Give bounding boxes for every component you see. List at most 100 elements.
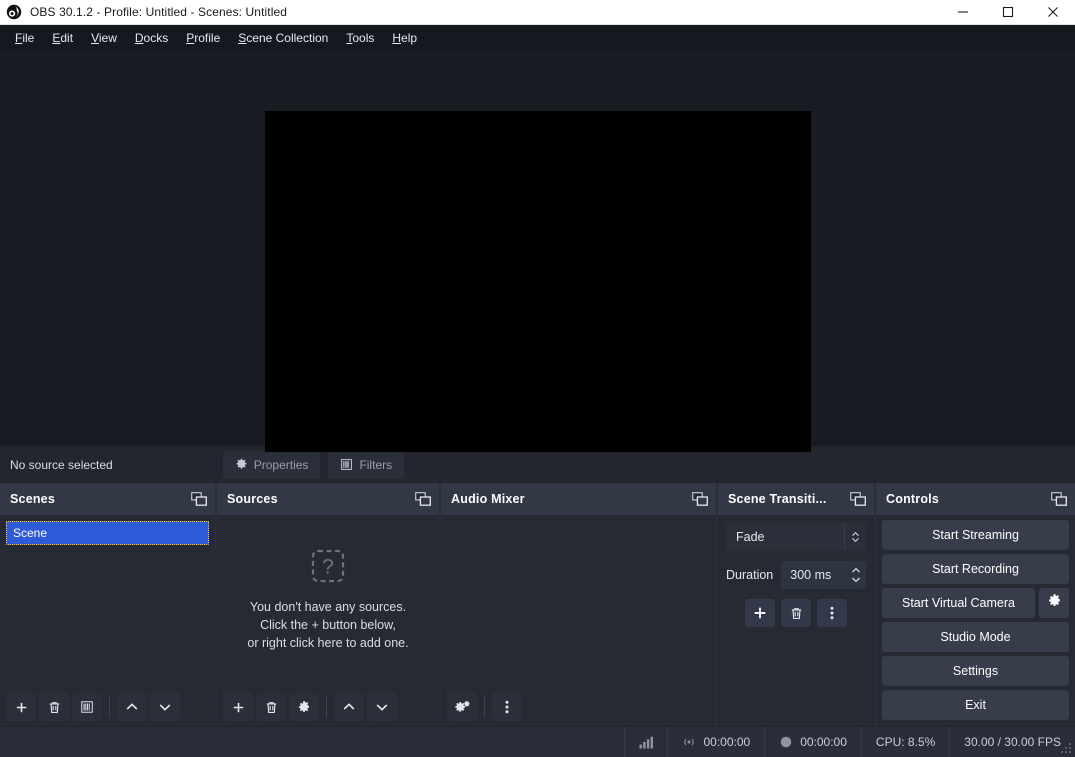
close-icon[interactable] bbox=[1030, 0, 1075, 25]
undock-icon[interactable] bbox=[850, 492, 866, 506]
menu-edit-label: dit bbox=[60, 30, 74, 45]
start-recording-button[interactable]: Start Recording bbox=[882, 554, 1069, 584]
settings-button[interactable]: Settings bbox=[882, 656, 1069, 686]
virtual-camera-settings-button[interactable] bbox=[1039, 588, 1069, 618]
undock-icon[interactable] bbox=[1051, 492, 1067, 506]
remove-source-button[interactable] bbox=[256, 693, 286, 721]
dock-sources-body[interactable]: ? You don't have any sources. Click the … bbox=[217, 515, 439, 688]
duration-value[interactable]: 300 ms bbox=[781, 568, 846, 582]
transition-properties-button[interactable] bbox=[817, 599, 847, 627]
scene-filters-button[interactable] bbox=[72, 693, 102, 721]
dock-sources: Sources ? You don't have any sources. Cl… bbox=[215, 483, 439, 726]
menu-help-mnemonic: H bbox=[392, 30, 402, 45]
docks-row: Scenes Scene Sources ? You don't have an… bbox=[0, 483, 1075, 726]
resize-grip-icon[interactable] bbox=[1060, 742, 1073, 755]
studio-mode-button[interactable]: Studio Mode bbox=[882, 622, 1069, 652]
start-streaming-button[interactable]: Start Streaming bbox=[882, 520, 1069, 550]
dock-scenes-body[interactable]: Scene bbox=[0, 515, 215, 688]
source-properties-button[interactable] bbox=[289, 693, 319, 721]
controls-button-list: Start Streaming Start Recording Start Vi… bbox=[876, 515, 1075, 720]
svg-text:?: ? bbox=[322, 555, 334, 578]
title-bar: OBS 30.1.2 - Profile: Untitled - Scenes:… bbox=[0, 0, 1075, 25]
transition-controls: Fade Duration 300 ms bbox=[718, 515, 874, 627]
transition-duration-row: Duration 300 ms bbox=[726, 561, 866, 589]
menu-file-label: ile bbox=[22, 30, 35, 45]
dock-controls: Controls Start Streaming Start Recording… bbox=[874, 483, 1075, 726]
filters-button-label: Filters bbox=[359, 457, 393, 472]
preview-area[interactable] bbox=[0, 50, 1075, 452]
move-scene-up-button[interactable] bbox=[117, 693, 147, 721]
properties-button[interactable]: Properties bbox=[222, 450, 321, 479]
dock-audio-mixer-title: Audio Mixer bbox=[451, 492, 525, 506]
remove-transition-button[interactable] bbox=[781, 599, 811, 627]
add-scene-button[interactable] bbox=[6, 693, 36, 721]
toolbar-divider bbox=[484, 696, 485, 718]
move-source-down-button[interactable] bbox=[367, 693, 397, 721]
window-title: OBS 30.1.2 - Profile: Untitled - Scenes:… bbox=[30, 5, 288, 19]
status-cpu-cell: CPU: 8.5% bbox=[860, 726, 949, 757]
menu-bar: File Edit View Docks Profile Scene Colle… bbox=[0, 25, 1075, 50]
duration-stepper-arrows[interactable] bbox=[846, 561, 866, 589]
dock-controls-header: Controls bbox=[876, 483, 1075, 515]
filters-button[interactable]: Filters bbox=[328, 450, 405, 479]
undock-icon[interactable] bbox=[692, 492, 708, 506]
menu-edit[interactable]: Edit bbox=[43, 27, 82, 49]
menu-file[interactable]: File bbox=[6, 27, 43, 49]
add-source-button[interactable] bbox=[223, 693, 253, 721]
chevron-updown-icon[interactable] bbox=[844, 523, 866, 551]
undock-icon[interactable] bbox=[415, 492, 431, 506]
duration-stepper[interactable]: 300 ms bbox=[781, 561, 866, 589]
menu-help[interactable]: Help bbox=[383, 27, 426, 49]
properties-button-label: Properties bbox=[253, 457, 309, 472]
maximize-icon[interactable] bbox=[985, 0, 1030, 25]
sources-empty-line-3: or right click here to add one. bbox=[247, 635, 409, 650]
audio-advanced-properties-button[interactable] bbox=[447, 693, 477, 721]
menu-help-label: elp bbox=[401, 30, 418, 45]
dock-audio-mixer-body[interactable] bbox=[441, 515, 716, 688]
preview-canvas[interactable] bbox=[265, 111, 811, 452]
obs-main-window: OBS 30.1.2 - Profile: Untitled - Scenes:… bbox=[0, 0, 1075, 757]
dock-audio-mixer-toolbar bbox=[441, 688, 716, 726]
transition-select-value: Fade bbox=[736, 530, 765, 544]
status-bar: 00:00:00 00:00:00 CPU: 8.5% 30.00 / 30.0… bbox=[0, 726, 1075, 757]
menu-scene-collection-label: cene Collection bbox=[246, 30, 329, 45]
list-item[interactable]: Scene bbox=[6, 521, 209, 545]
undock-icon[interactable] bbox=[191, 492, 207, 506]
sources-empty-state: ? You don't have any sources. Click the … bbox=[217, 515, 439, 688]
menu-docks[interactable]: Docks bbox=[126, 27, 177, 49]
obs-logo-icon bbox=[6, 4, 22, 20]
minimize-icon[interactable] bbox=[940, 0, 985, 25]
dock-scenes: Scenes Scene bbox=[0, 483, 215, 726]
stream-timer: 00:00:00 bbox=[703, 735, 751, 749]
virtual-camera-row: Start Virtual Camera bbox=[882, 588, 1069, 618]
status-signal-cell bbox=[624, 726, 667, 757]
audio-mixer-menu-button[interactable] bbox=[492, 693, 522, 721]
start-virtual-camera-button[interactable]: Start Virtual Camera bbox=[882, 588, 1035, 618]
move-source-up-button[interactable] bbox=[334, 693, 364, 721]
dock-audio-mixer-header: Audio Mixer bbox=[441, 483, 716, 515]
move-scene-down-button[interactable] bbox=[150, 693, 180, 721]
transition-buttons bbox=[726, 599, 866, 627]
menu-docks-label: ocks bbox=[143, 30, 169, 45]
menu-scene-collection[interactable]: Scene Collection bbox=[229, 27, 337, 49]
dock-controls-title: Controls bbox=[886, 492, 939, 506]
no-source-selected-label: No source selected bbox=[10, 457, 113, 472]
transition-select[interactable]: Fade bbox=[726, 523, 866, 551]
signal-bars-icon bbox=[639, 736, 654, 749]
exit-button[interactable]: Exit bbox=[882, 690, 1069, 720]
menu-view[interactable]: View bbox=[82, 27, 126, 49]
sources-empty-line-1: You don't have any sources. bbox=[249, 599, 407, 614]
gear-icon bbox=[1047, 593, 1062, 613]
add-transition-button[interactable] bbox=[745, 599, 775, 627]
status-stream-cell: 00:00:00 bbox=[667, 726, 764, 757]
dock-scenes-title: Scenes bbox=[10, 492, 55, 506]
menu-profile[interactable]: Profile bbox=[177, 27, 229, 49]
dock-scene-transitions-title: Scene Transiti... bbox=[728, 492, 827, 506]
dock-scenes-toolbar bbox=[0, 688, 215, 726]
toolbar-divider bbox=[109, 696, 110, 718]
duration-label: Duration bbox=[726, 568, 774, 582]
dock-sources-header: Sources bbox=[217, 483, 439, 515]
remove-scene-button[interactable] bbox=[39, 693, 69, 721]
menu-tools[interactable]: Tools bbox=[337, 27, 383, 49]
status-fps-cell: 30.00 / 30.00 FPS bbox=[949, 726, 1075, 757]
